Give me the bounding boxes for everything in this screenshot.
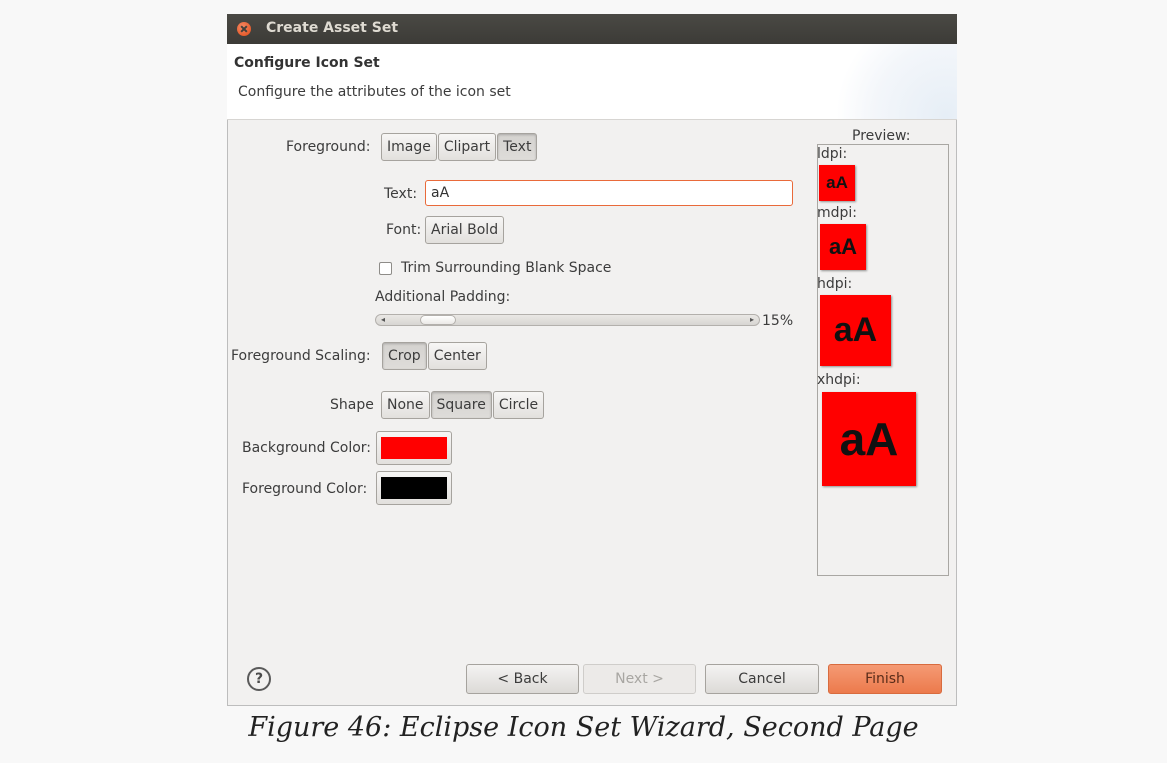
fg-color-label: Foreground Color: (242, 481, 368, 497)
shape-square-button[interactable]: Square (430, 391, 492, 419)
text-label: Text: (384, 186, 418, 202)
figure-caption: Figure 46: Eclipse Icon Set Wizard, Seco… (248, 712, 919, 743)
page-description: Configure the attributes of the icon set (238, 84, 511, 100)
shape-circle-button[interactable]: Circle (492, 391, 545, 419)
font-button[interactable]: Arial Bold (425, 216, 505, 244)
font-label: Font: (386, 222, 422, 238)
cancel-button[interactable]: Cancel (705, 664, 819, 694)
ldpi-icon-preview: aA (819, 165, 855, 201)
bg-color-swatch (381, 437, 447, 459)
scaling-center-button[interactable]: Center (427, 342, 487, 370)
padding-label: Additional Padding: (375, 289, 511, 305)
scaling-label: Foreground Scaling: (231, 348, 371, 364)
scaling-crop-button[interactable]: Crop (382, 342, 427, 370)
page-title: Configure Icon Set (234, 55, 380, 71)
wizard-header: Configure Icon Set Configure the attribu… (227, 44, 957, 120)
slider-right-arrow-icon[interactable]: ▸ (746, 315, 758, 325)
next-button[interactable]: Next > (583, 664, 696, 694)
back-button[interactable]: < Back (466, 664, 579, 694)
help-icon[interactable]: ? (247, 667, 271, 691)
mdpi-label: mdpi: (817, 205, 858, 221)
fg-color-button[interactable] (376, 471, 452, 505)
shape-segmented: None Square Circle (381, 391, 545, 419)
foreground-segmented: Image Clipart Text (381, 133, 538, 161)
ldpi-label: ldpi: (817, 146, 848, 162)
finish-button[interactable]: Finish (828, 664, 942, 694)
window-title: Create Asset Set (266, 20, 399, 36)
text-input[interactable] (425, 180, 793, 206)
bg-color-button[interactable] (376, 431, 452, 465)
title-bar: Create Asset Set (227, 14, 957, 44)
foreground-label: Foreground: (286, 139, 371, 155)
foreground-clipart-button[interactable]: Clipart (437, 133, 497, 161)
close-icon[interactable] (237, 22, 251, 36)
foreground-image-button[interactable]: Image (381, 133, 437, 161)
padding-slider[interactable]: ◂ ▸ (375, 314, 760, 326)
header-decoration (827, 44, 957, 119)
padding-value: 15% (762, 313, 794, 329)
hdpi-icon-preview: aA (820, 295, 891, 366)
hdpi-label: hdpi: (817, 276, 853, 292)
mdpi-icon-preview: aA (820, 224, 866, 270)
trim-checkbox[interactable] (379, 262, 392, 275)
foreground-text-button[interactable]: Text (497, 133, 538, 161)
shape-none-button[interactable]: None (381, 391, 430, 419)
slider-thumb[interactable] (419, 315, 456, 325)
trim-label: Trim Surrounding Blank Space (401, 260, 612, 276)
fg-color-swatch (381, 477, 447, 499)
xhdpi-icon-preview: aA (822, 392, 916, 486)
bg-color-label: Background Color: (242, 440, 371, 456)
preview-label: Preview: (852, 128, 911, 144)
shape-label: Shape (330, 397, 374, 413)
xhdpi-label: xhdpi: (817, 372, 861, 388)
slider-left-arrow-icon[interactable]: ◂ (377, 315, 389, 325)
scaling-segmented: Crop Center (382, 342, 487, 370)
